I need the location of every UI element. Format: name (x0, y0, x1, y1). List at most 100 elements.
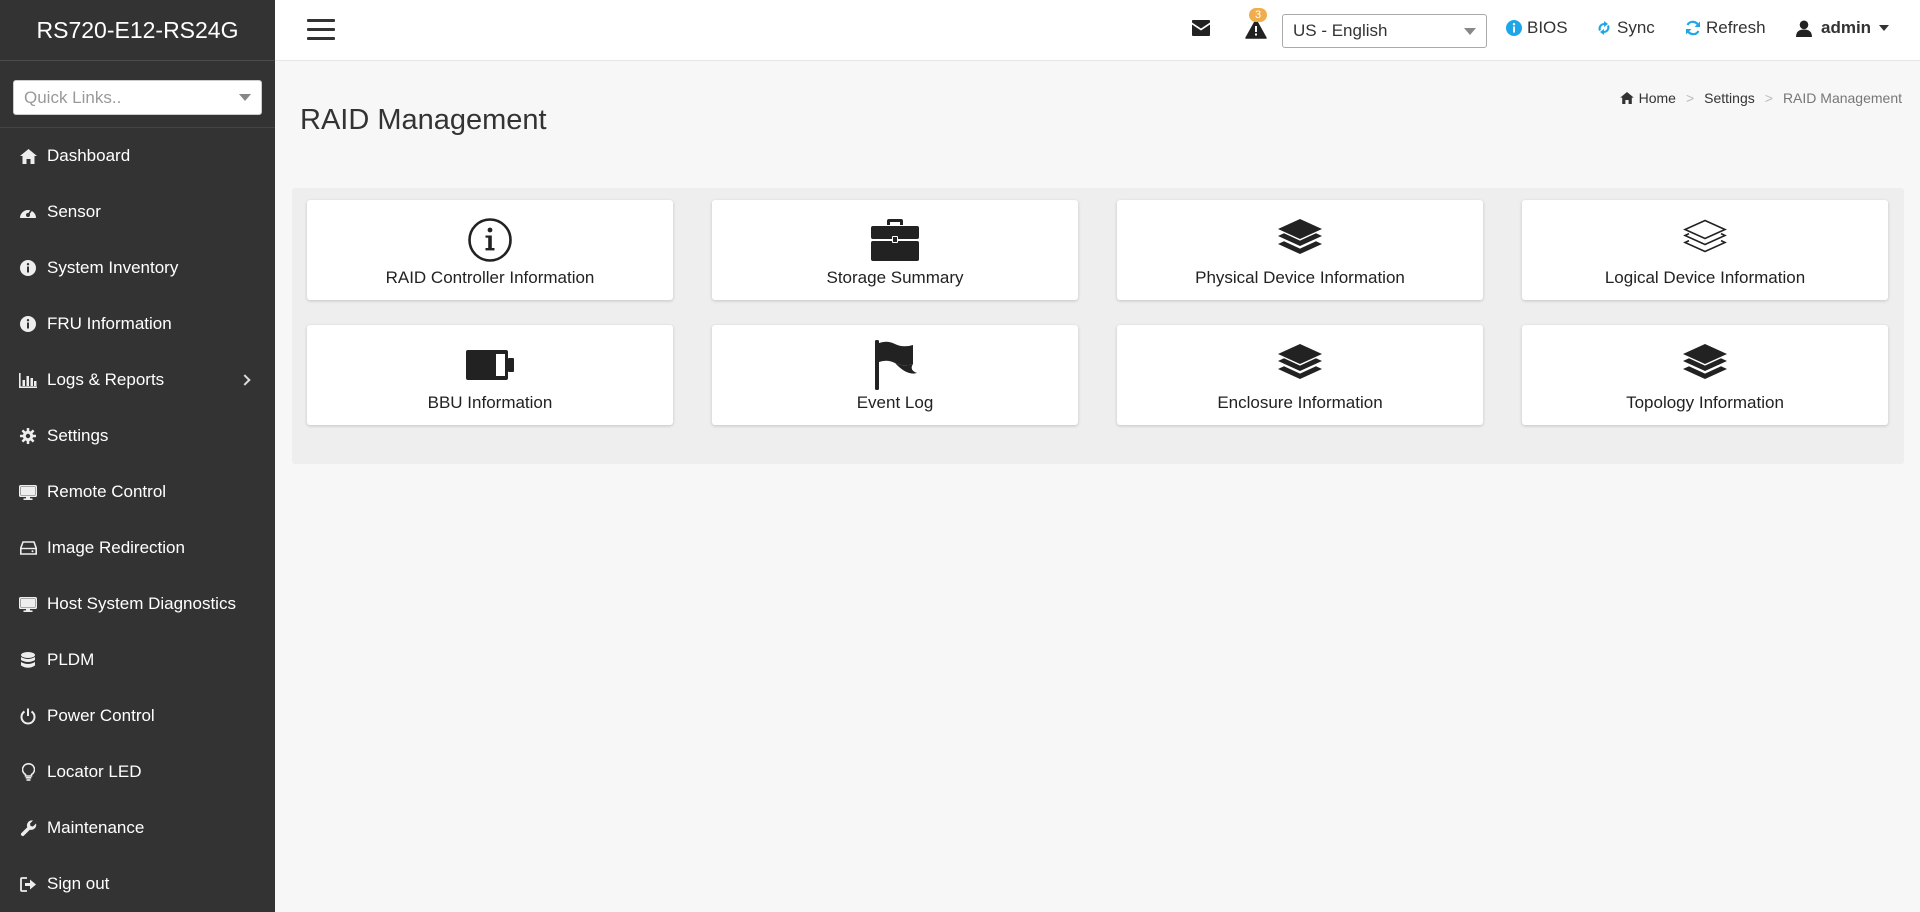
breadcrumb-home-link[interactable]: Home (1639, 90, 1676, 106)
sidebar-item-label: Host System Diagnostics (47, 594, 236, 613)
breadcrumb-settings-link[interactable]: Settings (1704, 90, 1755, 106)
sync-icon (1595, 19, 1613, 37)
breadcrumb-current: RAID Management (1782, 90, 1902, 106)
lightbulb-icon (18, 762, 38, 782)
sidebar-item-settings[interactable]: Settings (0, 408, 275, 464)
bar-chart-icon (18, 370, 38, 390)
sidebar-item-label: System Inventory (47, 258, 179, 277)
tile-event-log[interactable]: Event Log (712, 325, 1078, 425)
wrench-icon (18, 818, 38, 838)
sign-out-icon (18, 874, 38, 894)
monitor-icon (18, 594, 38, 614)
bios-link[interactable]: BIOS (1505, 18, 1568, 38)
sidebar-item-label: Sign out (47, 874, 110, 893)
quick-links-container: Quick Links.. (0, 61, 275, 128)
sidebar-item-power-control[interactable]: Power Control (0, 688, 275, 744)
tile-label: BBU Information (427, 393, 553, 412)
breadcrumb-separator: > (1685, 90, 1695, 106)
briefcase-icon (871, 214, 919, 266)
user-label: admin (1821, 18, 1872, 37)
tile-label: Logical Device Information (1604, 268, 1806, 287)
gear-icon (18, 426, 38, 446)
sidebar-item-system-inventory[interactable]: System Inventory (0, 240, 275, 296)
language-value: US - English (1293, 21, 1388, 40)
sidebar-item-fru-information[interactable]: FRU Information (0, 296, 275, 352)
quick-links-select[interactable]: Quick Links.. (13, 80, 262, 115)
sidebar-item-label: Remote Control (47, 482, 167, 501)
layers-icon (1278, 339, 1322, 391)
sidebar-item-label: PLDM (47, 650, 95, 669)
refresh-link[interactable]: Refresh (1684, 18, 1766, 38)
tile-bbu-information[interactable]: BBU Information (307, 325, 673, 425)
info-circle-icon (18, 258, 38, 278)
breadcrumb-separator: > (1764, 90, 1773, 106)
sidebar-item-logs-reports[interactable]: Logs & Reports (0, 352, 275, 408)
tile-raid-controller-information[interactable]: RAID Controller Information (307, 200, 673, 300)
page-title: RAID Management (300, 104, 547, 136)
envelope-icon[interactable] (1191, 20, 1213, 42)
chevron-down-icon (239, 94, 251, 101)
chevron-down-icon (1879, 25, 1890, 31)
sidebar: RS720-E12-RS24G Quick Links.. Dashboard … (0, 0, 275, 912)
tile-label: RAID Controller Information (385, 268, 595, 287)
sidebar-item-locator-led[interactable]: Locator LED (0, 744, 275, 800)
chevron-right-icon (239, 374, 251, 386)
sidebar-item-label: Dashboard (47, 146, 131, 165)
quick-links-placeholder: Quick Links.. (24, 87, 122, 107)
tile-logical-device-information[interactable]: Logical Device Information (1522, 200, 1888, 300)
sidebar-item-label: Sensor (47, 202, 101, 221)
user-menu[interactable]: admin (1795, 18, 1890, 38)
tile-physical-device-information[interactable]: Physical Device Information (1117, 200, 1483, 300)
info-circle-icon (18, 314, 38, 334)
home-icon (1619, 92, 1634, 104)
dashboard-gauge-icon (18, 202, 38, 222)
brand-title[interactable]: RS720-E12-RS24G (0, 0, 275, 61)
sidebar-item-label: Power Control (47, 706, 155, 725)
tile-topology-information[interactable]: Topology Information (1522, 325, 1888, 425)
breadcrumb: Home > Settings > RAID Management (1619, 90, 1902, 106)
alert-count-badge: 3 (1249, 8, 1268, 22)
layers-outline-icon (1683, 214, 1727, 266)
raid-tiles-panel: RAID Controller Information Storage Summ… (292, 188, 1904, 464)
sidebar-item-maintenance[interactable]: Maintenance (0, 800, 275, 856)
sync-label: Sync (1617, 18, 1655, 37)
sidebar-item-dashboard[interactable]: Dashboard (0, 128, 275, 184)
monitor-icon (18, 482, 38, 502)
tile-label: Topology Information (1626, 393, 1784, 412)
battery-icon (466, 339, 514, 391)
sidebar-item-sensor[interactable]: Sensor (0, 184, 275, 240)
language-select[interactable]: US - English (1282, 14, 1487, 48)
sidebar-item-label: Settings (47, 426, 109, 445)
hamburger-menu-icon[interactable] (307, 19, 335, 41)
sidebar-item-sign-out[interactable]: Sign out (0, 856, 275, 912)
sidebar-item-label: Logs & Reports (47, 370, 165, 389)
tile-storage-summary[interactable]: Storage Summary (712, 200, 1078, 300)
tile-enclosure-information[interactable]: Enclosure Information (1117, 325, 1483, 425)
layers-icon (1683, 339, 1727, 391)
power-icon (18, 706, 38, 726)
layers-icon (1278, 214, 1322, 266)
info-circle-icon (1505, 19, 1523, 37)
sidebar-item-label: Maintenance (47, 818, 145, 837)
chevron-down-icon (1464, 27, 1476, 35)
warning-icon[interactable] (1245, 19, 1269, 43)
tile-label: Storage Summary (826, 268, 964, 287)
tile-label: Event Log (856, 393, 934, 412)
sync-link[interactable]: Sync (1595, 18, 1655, 38)
flag-icon (873, 339, 917, 391)
sidebar-item-remote-control[interactable]: Remote Control (0, 464, 275, 520)
tile-label: Physical Device Information (1195, 268, 1405, 287)
sidebar-item-image-redirection[interactable]: Image Redirection (0, 520, 275, 576)
refresh-icon (1684, 19, 1702, 37)
sidebar-item-label: Image Redirection (47, 538, 185, 557)
user-icon (1795, 19, 1813, 37)
sidebar-item-pldm[interactable]: PLDM (0, 632, 275, 688)
tile-label: Enclosure Information (1217, 393, 1383, 412)
bios-label: BIOS (1527, 18, 1568, 37)
info-circle-outline-icon (467, 214, 513, 266)
sidebar-item-host-system-diagnostics[interactable]: Host System Diagnostics (0, 576, 275, 632)
drive-icon (18, 538, 38, 558)
top-header: 3 US - English BIOS Sync Refresh admin (275, 0, 1920, 61)
sidebar-item-label: FRU Information (47, 314, 172, 333)
sidebar-menu: Dashboard Sensor System Inventory FRU In… (0, 128, 275, 912)
